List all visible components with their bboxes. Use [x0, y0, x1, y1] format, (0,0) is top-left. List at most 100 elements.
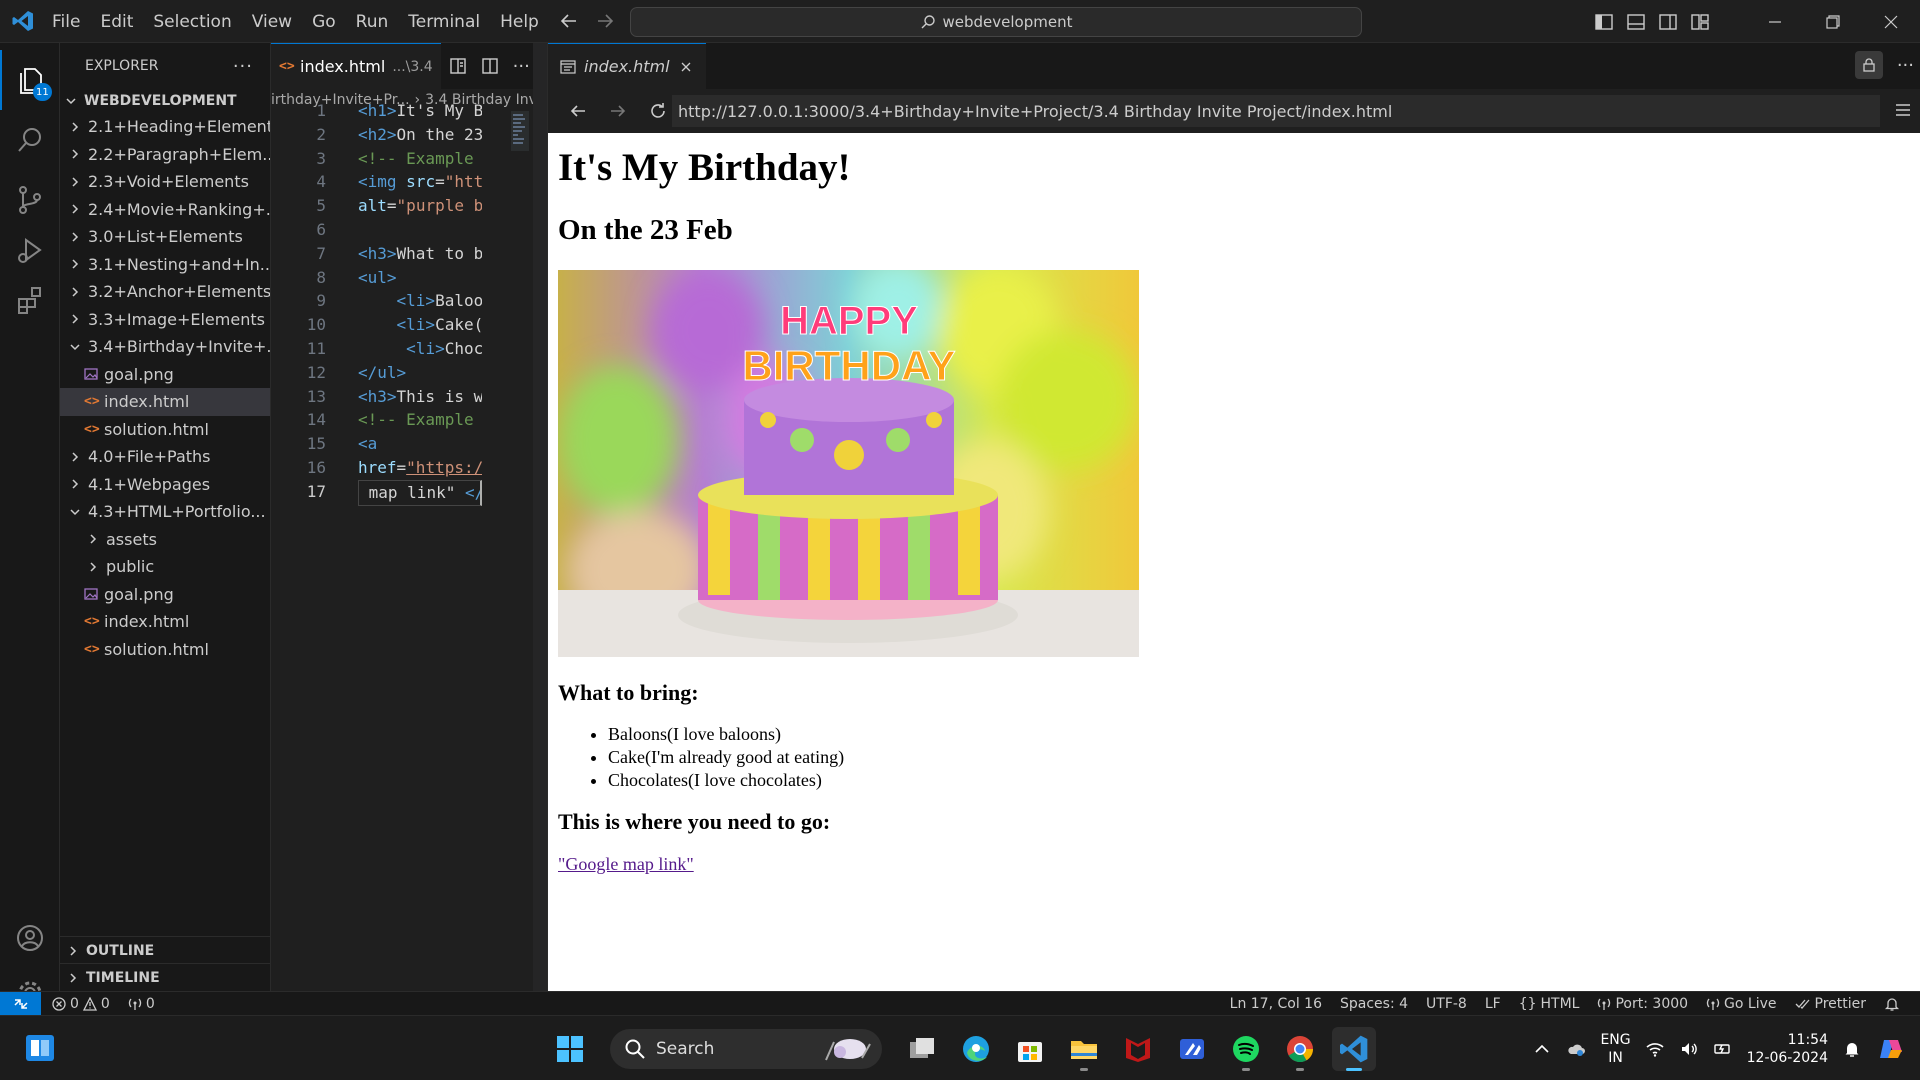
folder-item[interactable]: 2.1+Heading+Element — [60, 113, 270, 141]
onedrive-icon[interactable] — [1566, 1039, 1586, 1059]
input-language[interactable]: ENG IN — [1600, 1031, 1630, 1067]
copilot-icon[interactable] — [1876, 1034, 1906, 1064]
notifications-bell-icon[interactable] — [1884, 996, 1900, 1012]
encoding[interactable]: UTF-8 — [1426, 996, 1467, 1012]
folder-item[interactable]: 4.0+File+Paths — [60, 443, 270, 471]
ports-indicator[interactable]: 0 — [128, 996, 155, 1012]
toggle-panel-icon[interactable] — [1626, 12, 1646, 32]
menu-go[interactable]: Go — [302, 12, 346, 32]
code-line[interactable]: 9 <li>Baloons — [271, 289, 547, 313]
extensions-activity[interactable] — [0, 270, 60, 330]
minimap[interactable] — [511, 111, 529, 151]
indentation[interactable]: Spaces: 4 — [1340, 996, 1408, 1012]
command-center-search[interactable]: webdevelopment — [630, 7, 1362, 37]
menu-icon[interactable] — [1894, 101, 1912, 119]
code-line[interactable]: 12 </ul> — [271, 361, 547, 385]
folder-item[interactable]: 2.2+Paragraph+Elem... — [60, 141, 270, 169]
file-item[interactable]: <> index.html — [60, 608, 270, 636]
code-line[interactable]: 11 <li>Chocol — [271, 337, 547, 361]
menu-edit[interactable]: Edit — [90, 12, 143, 32]
taskbar-search[interactable]: Search — [610, 1029, 882, 1069]
code-line[interactable]: 2 <h2>On the 23 Fe — [271, 123, 547, 147]
code-line[interactable]: 16 href="https://w — [271, 456, 547, 480]
go-live-button[interactable]: Go Live — [1706, 996, 1777, 1012]
code-line[interactable]: 6 — [271, 218, 547, 242]
menu-view[interactable]: View — [242, 12, 302, 32]
chrome-app[interactable] — [1278, 1027, 1322, 1071]
restore-button[interactable] — [1804, 0, 1862, 43]
tab-preview-index[interactable]: index.html — [548, 43, 706, 89]
folder-item[interactable]: 4.3+HTML+Portfolio... — [60, 498, 270, 526]
code-area[interactable]: 1 <h1>It's My Bir 2 <h2>On the 23 Fe 3 <!-- E… — [271, 99, 547, 506]
vscode-app[interactable] — [1332, 1027, 1376, 1071]
more-actions-icon[interactable]: ··· — [233, 56, 253, 77]
split-editor-icon[interactable] — [481, 57, 499, 75]
code-line[interactable]: 3 <!-- Example ima — [271, 147, 547, 171]
code-line[interactable]: 4 <img src="https — [271, 170, 547, 194]
notification-bell-icon[interactable] — [1842, 1039, 1862, 1059]
chevron-up-icon[interactable] — [1532, 1039, 1552, 1059]
menu-help[interactable]: Help — [490, 12, 549, 32]
menu-terminal[interactable]: Terminal — [398, 12, 490, 32]
task-view-button[interactable] — [900, 1027, 944, 1071]
mcafee-app[interactable] — [1116, 1027, 1160, 1071]
file-item[interactable]: goal.png — [60, 581, 270, 609]
file-item[interactable]: <> index.html — [60, 388, 270, 416]
outline-section[interactable]: OUTLINE — [60, 936, 270, 964]
remote-indicator[interactable] — [0, 992, 41, 1015]
toggle-secondary-sidebar-icon[interactable] — [1658, 12, 1678, 32]
code-line[interactable]: 1 <h1>It's My Bir — [271, 99, 547, 123]
prettier-status[interactable]: Prettier — [1795, 996, 1866, 1012]
file-explorer-app[interactable] — [1062, 1027, 1106, 1071]
more-actions-icon[interactable]: ··· — [1897, 55, 1914, 76]
folder-item[interactable]: 3.4+Birthday+Invite+... — [60, 333, 270, 361]
timeline-section[interactable]: TIMELINE — [60, 963, 270, 991]
file-item[interactable]: goal.png — [60, 361, 270, 389]
code-line[interactable]: 17 map link" </a> — [271, 479, 547, 506]
forward-arrow-icon[interactable] — [594, 10, 616, 32]
language-mode[interactable]: {} HTML — [1519, 996, 1580, 1012]
close-button[interactable] — [1862, 0, 1920, 43]
close-tab-icon[interactable] — [678, 59, 694, 75]
preview-back-button[interactable] — [558, 89, 598, 133]
menu-selection[interactable]: Selection — [143, 12, 241, 32]
folder-item[interactable]: 2.3+Void+Elements — [60, 168, 270, 196]
file-item[interactable]: <> solution.html — [60, 416, 270, 444]
wifi-icon[interactable] — [1645, 1039, 1665, 1059]
menu-run[interactable]: Run — [346, 12, 399, 32]
code-line[interactable]: 10 <li>Cake(I'm — [271, 313, 547, 337]
url-input[interactable]: http://127.0.0.1:3000/3.4+Birthday+Invit… — [672, 95, 1880, 127]
folder-item[interactable]: 4.1+Webpages — [60, 471, 270, 499]
start-button[interactable] — [548, 1027, 592, 1071]
workspace-header[interactable]: WEBDEVELOPMENT — [60, 89, 270, 113]
code-line[interactable]: 15 <a — [271, 432, 547, 456]
file-item[interactable]: <> solution.html — [60, 636, 270, 664]
problems-indicator[interactable]: 0 0 — [52, 996, 110, 1012]
code-line[interactable]: 13 <h3>This is wher — [271, 385, 547, 409]
explorer-activity[interactable]: 11 — [0, 50, 60, 110]
customize-layout-icon[interactable] — [1690, 12, 1710, 32]
code-line[interactable]: 14 <!-- Example Goo — [271, 408, 547, 432]
folder-item[interactable]: 3.0+List+Elements — [60, 223, 270, 251]
widgets-icon[interactable] — [22, 1030, 58, 1066]
spotify-app[interactable] — [1224, 1027, 1268, 1071]
folder-item[interactable]: 3.2+Anchor+Elements — [60, 278, 270, 306]
tab-index-html[interactable]: <> index.html ...\3.4 — [271, 43, 441, 89]
code-line[interactable]: 8 <ul> — [271, 266, 547, 290]
accounts-activity[interactable] — [0, 908, 60, 968]
clock[interactable]: 11:54 12-06-2024 — [1747, 1031, 1828, 1067]
paint-app[interactable] — [1170, 1027, 1214, 1071]
open-preview-icon[interactable] — [449, 57, 467, 75]
google-map-link[interactable]: "Google map link" — [558, 854, 694, 874]
code-line[interactable]: 5 alt="purple bir — [271, 194, 547, 218]
lock-group-button[interactable] — [1854, 51, 1883, 79]
folder-item[interactable]: assets — [60, 526, 270, 554]
preview-forward-button[interactable] — [598, 89, 638, 133]
cursor-position[interactable]: Ln 17, Col 16 — [1230, 996, 1322, 1012]
battery-charging-icon[interactable] — [1713, 1039, 1733, 1059]
editor-scrollbar[interactable] — [533, 43, 547, 991]
end-of-line[interactable]: LF — [1485, 996, 1501, 1012]
back-arrow-icon[interactable] — [558, 10, 580, 32]
minimize-button[interactable] — [1746, 0, 1804, 43]
edge-app[interactable] — [954, 1027, 998, 1071]
